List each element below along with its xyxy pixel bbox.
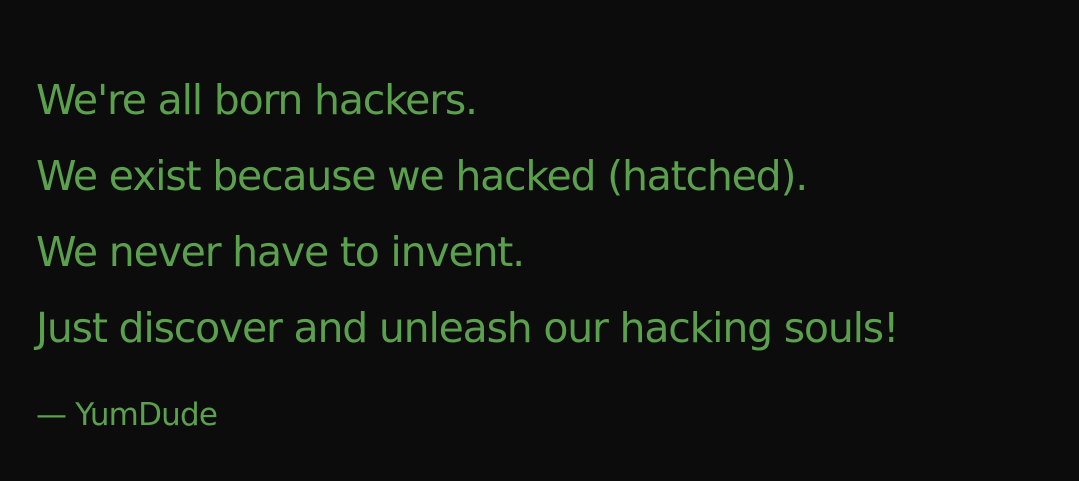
quote-text: We're all born hackers. We exist because…	[36, 62, 899, 366]
quote-line: Just discover and unleash our hacking so…	[36, 304, 899, 352]
quote-line: We're all born hackers.	[36, 76, 478, 124]
quote-card: We're all born hackers. We exist because…	[0, 0, 1079, 481]
quote-attribution: — YumDude	[36, 397, 218, 433]
quote-line: We never have to invent.	[36, 228, 525, 276]
quote-line: We exist because we hacked (hatched).	[36, 152, 808, 200]
